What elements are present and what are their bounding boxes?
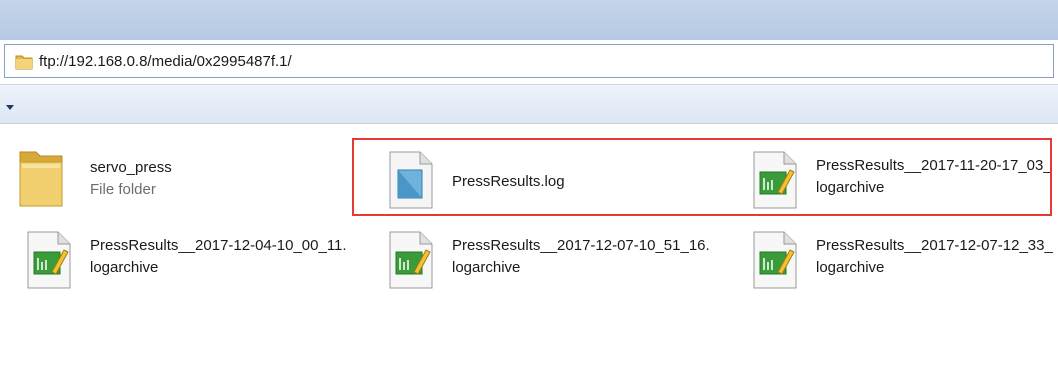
highlight-annotation-box [352, 138, 1052, 216]
file-name: PressResults__2017-12-07-10_51_16. [452, 237, 710, 254]
window-header-band [0, 0, 1058, 40]
file-name: PressResults__2017-12-07-12_33_ [816, 237, 1053, 254]
file-type-label: File folder [90, 181, 156, 198]
folder-icon [18, 146, 64, 215]
logarchive-file-icon [26, 230, 72, 295]
file-extension: logarchive [452, 259, 521, 276]
folder-icon [15, 53, 33, 76]
file-name: servo_press [90, 159, 172, 176]
file-item-logarchive-3[interactable]: PressResults__2017-12-07-10_51_16. logar… [388, 230, 728, 290]
address-bar[interactable]: ftp://192.168.0.8/media/0x2995487f.1/ [4, 44, 1054, 78]
file-item-logarchive-2[interactable]: PressResults__2017-12-04-10_00_11. logar… [26, 230, 366, 290]
file-item-servo-press[interactable]: servo_press File folder [18, 146, 338, 207]
address-path[interactable]: ftp://192.168.0.8/media/0x2995487f.1/ [39, 53, 292, 70]
logarchive-file-icon [752, 230, 798, 295]
dropdown-arrow-icon[interactable] [6, 105, 14, 110]
logarchive-file-icon [388, 230, 434, 295]
file-item-logarchive-4[interactable]: PressResults__2017-12-07-12_33_ logarchi… [752, 230, 1053, 290]
file-extension: logarchive [90, 259, 159, 276]
file-name: PressResults__2017-12-04-10_00_11. [90, 237, 347, 254]
file-extension: logarchive [816, 259, 885, 276]
toolbar [0, 84, 1058, 124]
